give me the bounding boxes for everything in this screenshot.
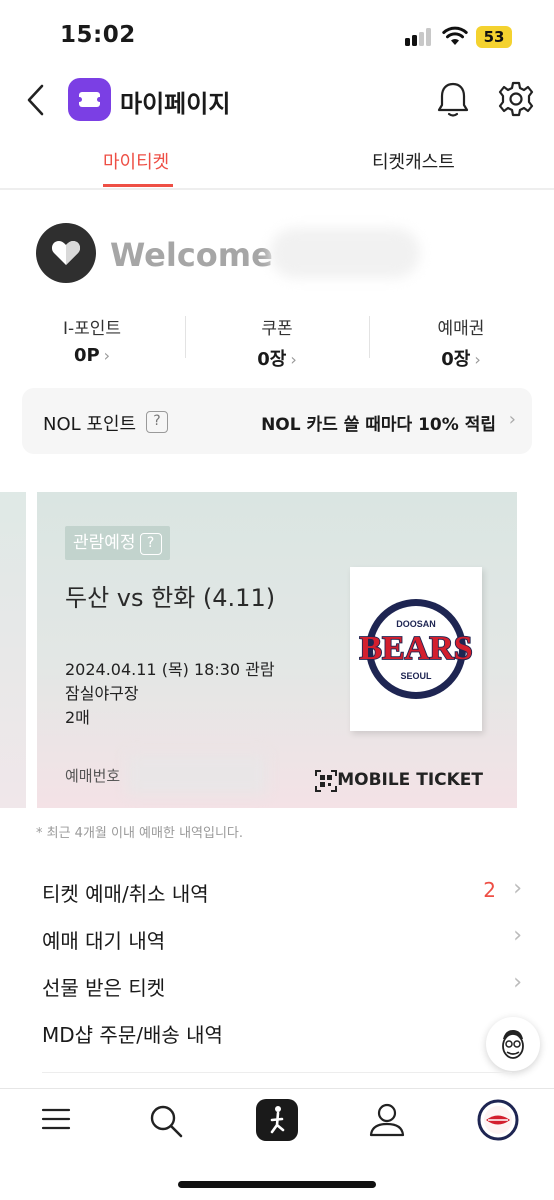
chevron-right-icon: › [513, 970, 522, 995]
logo-text-top: DOOSAN [396, 619, 436, 629]
ticket-quantity: 2매 [65, 708, 90, 727]
bell-icon[interactable] [436, 80, 470, 120]
coupon-stat[interactable]: 쿠폰 0장 › [217, 314, 337, 371]
coupon-label: 쿠폰 [261, 319, 293, 339]
nol-point-label: NOL 포인트 [43, 414, 137, 435]
logo-text-bottom: SEOUL [400, 671, 432, 681]
previous-ticket-card[interactable] [0, 492, 26, 808]
status-badge: 관람예정? [65, 526, 170, 560]
signal-icon [405, 28, 435, 46]
divider [185, 316, 186, 358]
voucher-label: 예매권 [437, 319, 485, 339]
team-logo-image: DOOSAN BEARS SEOUL [350, 567, 482, 731]
menu-item-label: 티켓 예매/취소 내역 [42, 882, 209, 906]
avatar [36, 223, 96, 283]
mobile-ticket-button[interactable]: MOBILE TICKET [337, 770, 483, 790]
app-logo-icon [68, 78, 111, 121]
booking-count-badge: 2 [483, 878, 496, 902]
chevron-right-icon: › [103, 346, 111, 365]
chevron-right-icon: › [508, 409, 516, 430]
match-venue: 잠실야구장 [65, 684, 139, 703]
booking-number-redacted [127, 754, 267, 794]
heart-icon [51, 241, 81, 265]
match-datetime: 2024.04.11 (목) 18:30 관람 [65, 660, 275, 679]
menu-item-md-shop-orders[interactable]: MD샵 주문/배송 내역 [42, 1011, 522, 1051]
tab-bar: 마이티켓 티켓캐스트 [0, 132, 554, 190]
qr-code-icon [315, 770, 337, 792]
status-bar: 15:02 53 [0, 0, 554, 70]
menu-item-label: MD샵 주문/배송 내역 [42, 1023, 223, 1047]
voucher-value: 0장 [441, 349, 471, 370]
home-indicator [178, 1181, 376, 1188]
back-icon[interactable] [22, 82, 52, 118]
wifi-icon [442, 26, 468, 45]
menu-item-waitlist[interactable]: 예매 대기 내역 › [42, 917, 522, 957]
chevron-right-icon: › [513, 923, 522, 948]
battery-indicator: 53 [476, 26, 512, 48]
points-stat[interactable]: I-포인트 0P › [32, 314, 152, 366]
points-value: 0P [73, 345, 100, 366]
chatbot-face-icon [502, 1030, 524, 1059]
team-logo-icon[interactable] [477, 1099, 519, 1141]
recent-bookings-note: * 최근 4개월 이내 예매한 내역입니다. [36, 826, 244, 841]
gear-icon[interactable] [497, 80, 535, 118]
help-icon[interactable]: ? [146, 411, 168, 433]
menu-item-label: 예매 대기 내역 [42, 929, 166, 953]
tab-ticketcast[interactable]: 티켓캐스트 [372, 148, 455, 174]
status-badge-label: 관람예정 [73, 533, 136, 553]
nol-card-promo: NOL 카드 쓸 때마다 10% 적립 [261, 415, 496, 435]
user-name-redacted [270, 228, 420, 278]
menu-icon[interactable] [40, 1103, 72, 1135]
menu-item-label: 선물 받은 티켓 [42, 976, 166, 1000]
logo-text-main: BEARS [359, 630, 472, 667]
nol-point-bar[interactable]: NOL 포인트 ? NOL 카드 쓸 때마다 10% 적립 › [22, 388, 532, 454]
menu-item-gift-tickets[interactable]: 선물 받은 티켓 › [42, 964, 522, 1004]
chatbot-button[interactable] [486, 1017, 540, 1071]
tab-my-ticket[interactable]: 마이티켓 [103, 148, 169, 174]
tab-active-indicator [103, 184, 173, 187]
status-time: 15:02 [60, 22, 136, 48]
divider [369, 316, 370, 358]
header: 마이페이지 [0, 70, 554, 130]
chevron-right-icon: › [290, 350, 297, 369]
chevron-right-icon: › [513, 876, 522, 901]
coupon-value: 0장 [257, 349, 287, 370]
booking-number-label: 예매번호 [65, 767, 121, 785]
divider [42, 1072, 512, 1073]
profile-icon[interactable] [368, 1101, 406, 1139]
points-label: I-포인트 [62, 319, 122, 339]
search-icon[interactable] [148, 1103, 184, 1139]
home-icon[interactable] [256, 1099, 298, 1141]
page-title: 마이페이지 [120, 90, 231, 118]
ticket-card[interactable]: 관람예정? 두산 vs 한화 (4.11) 2024.04.11 (목) 18:… [37, 492, 517, 808]
voucher-stat[interactable]: 예매권 0장 › [401, 314, 521, 371]
chevron-right-icon: › [474, 350, 481, 369]
menu-item-booking-history[interactable]: 티켓 예매/취소 내역 2 › [42, 870, 522, 910]
bottom-nav [0, 1088, 554, 1200]
welcome-text: Welcome [110, 236, 273, 274]
match-title: 두산 vs 한화 (4.11) [65, 584, 276, 612]
help-icon[interactable]: ? [139, 533, 162, 555]
